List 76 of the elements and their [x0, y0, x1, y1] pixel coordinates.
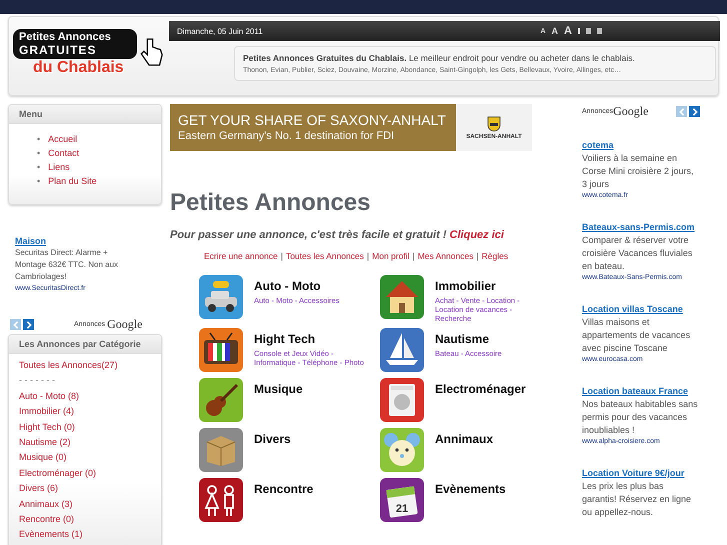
category-title-link[interactable]: Annimaux [435, 432, 550, 446]
category-title-link[interactable]: Hight Tech [254, 332, 369, 346]
banner-headline: GET YOUR SHARE OF SAXONY-ANHALT [178, 112, 447, 129]
separator: | [412, 251, 415, 261]
intro-text: Pour passer une annonce, c'est très facile et gratuit ! [170, 229, 446, 241]
ad-title-link[interactable]: Location villas Toscane [582, 303, 700, 316]
category-link[interactable]: Electroménager (0) [19, 466, 151, 482]
category-title-link[interactable]: Evènements [435, 482, 550, 496]
menu-link[interactable]: Contact [48, 146, 80, 160]
category-title-link[interactable]: Nautisme [435, 332, 550, 346]
category-title-link[interactable]: Musique [254, 382, 369, 396]
ad-text: Les prix les plus bas garantis! Réservez en ligne ou appellez-nous. [582, 480, 692, 519]
date-text: Dimanche, 05 Juin 2011 [177, 26, 263, 36]
category-link[interactable]: Hight Tech (0) [19, 420, 151, 436]
category-link[interactable]: Annimaux (3) [19, 496, 151, 512]
category-link[interactable]: Rencontre (0) [19, 512, 151, 528]
chevron-right-icon[interactable] [23, 319, 34, 330]
ad-text: Securitas Direct: Alarme + Montage 632€ TTC. Non aux Cambriolages! [15, 247, 120, 283]
divider-text: - - - - - - - [19, 374, 56, 388]
menu-link[interactable]: Accueil [48, 132, 78, 146]
bullet: • [37, 133, 40, 146]
category-title-link[interactable]: Electroménager [435, 382, 550, 396]
house-icon[interactable] [380, 275, 424, 319]
text-size-button[interactable]: A [552, 26, 558, 36]
tv-icon[interactable] [199, 328, 243, 372]
category-link[interactable]: Evènements (1) [19, 527, 151, 543]
text-size-button[interactable]: A [564, 26, 572, 36]
ad-title-link[interactable]: Bateaux-sans-Permis.com [582, 221, 700, 234]
separator: | [366, 251, 370, 261]
ad-text: Nos bateaux habitables sans permis pour des vacances inoubliables ! [582, 398, 699, 437]
page-title: Petites Annonces [170, 189, 372, 217]
ad-text: Voiliers à la semaine en Corse Mini croisière 2 jours, 3 jours [582, 152, 695, 191]
ads-brand-logo: Google [613, 104, 648, 119]
tagline-text: Petites Annonces Gratuites du Chablais. Le meilleur endroit pour vendre ou acheter dans le chablais. [243, 53, 636, 63]
ad-title-link[interactable]: Location bateaux France [582, 385, 700, 398]
bullet: • [37, 147, 40, 160]
car-icon[interactable] [199, 275, 243, 319]
category-link[interactable]: Musique (0) [19, 450, 151, 466]
ad-title-link[interactable]: Maison [15, 235, 135, 247]
bullet: • [37, 161, 40, 174]
separator: | [476, 251, 479, 261]
category-link[interactable]: Nautisme (2) [19, 435, 151, 450]
bullet: • [37, 175, 40, 188]
chevron-right-icon[interactable] [689, 106, 700, 117]
nav-link[interactable]: Ecrire une annonce [204, 251, 278, 261]
panel-title: Les Annonces par Catégorie [9, 335, 161, 354]
nav-link[interactable]: Règles [482, 251, 508, 261]
category-title-link[interactable]: Divers [254, 432, 369, 446]
site-logo[interactable]: Petites Annonces GRATUITES du Chablais [9, 17, 169, 95]
ad-text: Villas maisons et appartements de vacances avec piscine Toscane [582, 316, 692, 355]
nav-link[interactable]: Mon profil [372, 251, 410, 261]
category-title-link[interactable]: Immobilier [435, 279, 550, 293]
guitar-icon[interactable] [199, 378, 243, 422]
calendar-icon[interactable]: 21 [380, 478, 424, 522]
ad-title-link[interactable]: cotema [582, 139, 700, 152]
category-title-link[interactable]: Rencontre [254, 482, 369, 496]
coat-of-arms-icon [487, 116, 501, 132]
washing-machine-icon[interactable] [380, 378, 424, 422]
sailboat-icon[interactable] [380, 328, 424, 372]
menu-link[interactable]: Liens [48, 160, 70, 174]
category-link[interactable]: Immobilier (4) [19, 404, 151, 420]
banner-subline: Eastern Germany's No. 1 destination for FDI [178, 129, 396, 143]
ads-brand-logo: Google [107, 317, 142, 332]
category-link[interactable]: Toutes les Annonces(27) [19, 358, 151, 374]
category-title-link[interactable]: Auto - Moto [254, 279, 369, 293]
separator: | [280, 251, 283, 261]
menu-link[interactable]: Plan du Site [48, 174, 97, 188]
nav-link[interactable]: Mes Annonces [418, 251, 474, 261]
ad-text: Comparer & réserver votre croisière Vacances fluviales en bateau. [582, 234, 694, 273]
ad-title-link[interactable]: Location Voiture 9€/jour [582, 467, 700, 480]
category-link[interactable]: Divers (6) [19, 481, 151, 497]
panel-title: Menu [9, 105, 161, 124]
nav-link[interactable]: Toutes les Annonces [286, 251, 364, 261]
people-icon[interactable] [199, 478, 243, 522]
category-link[interactable]: Auto - Moto (8) [19, 388, 151, 404]
click-here-link[interactable]: Cliquez ici [450, 229, 504, 241]
